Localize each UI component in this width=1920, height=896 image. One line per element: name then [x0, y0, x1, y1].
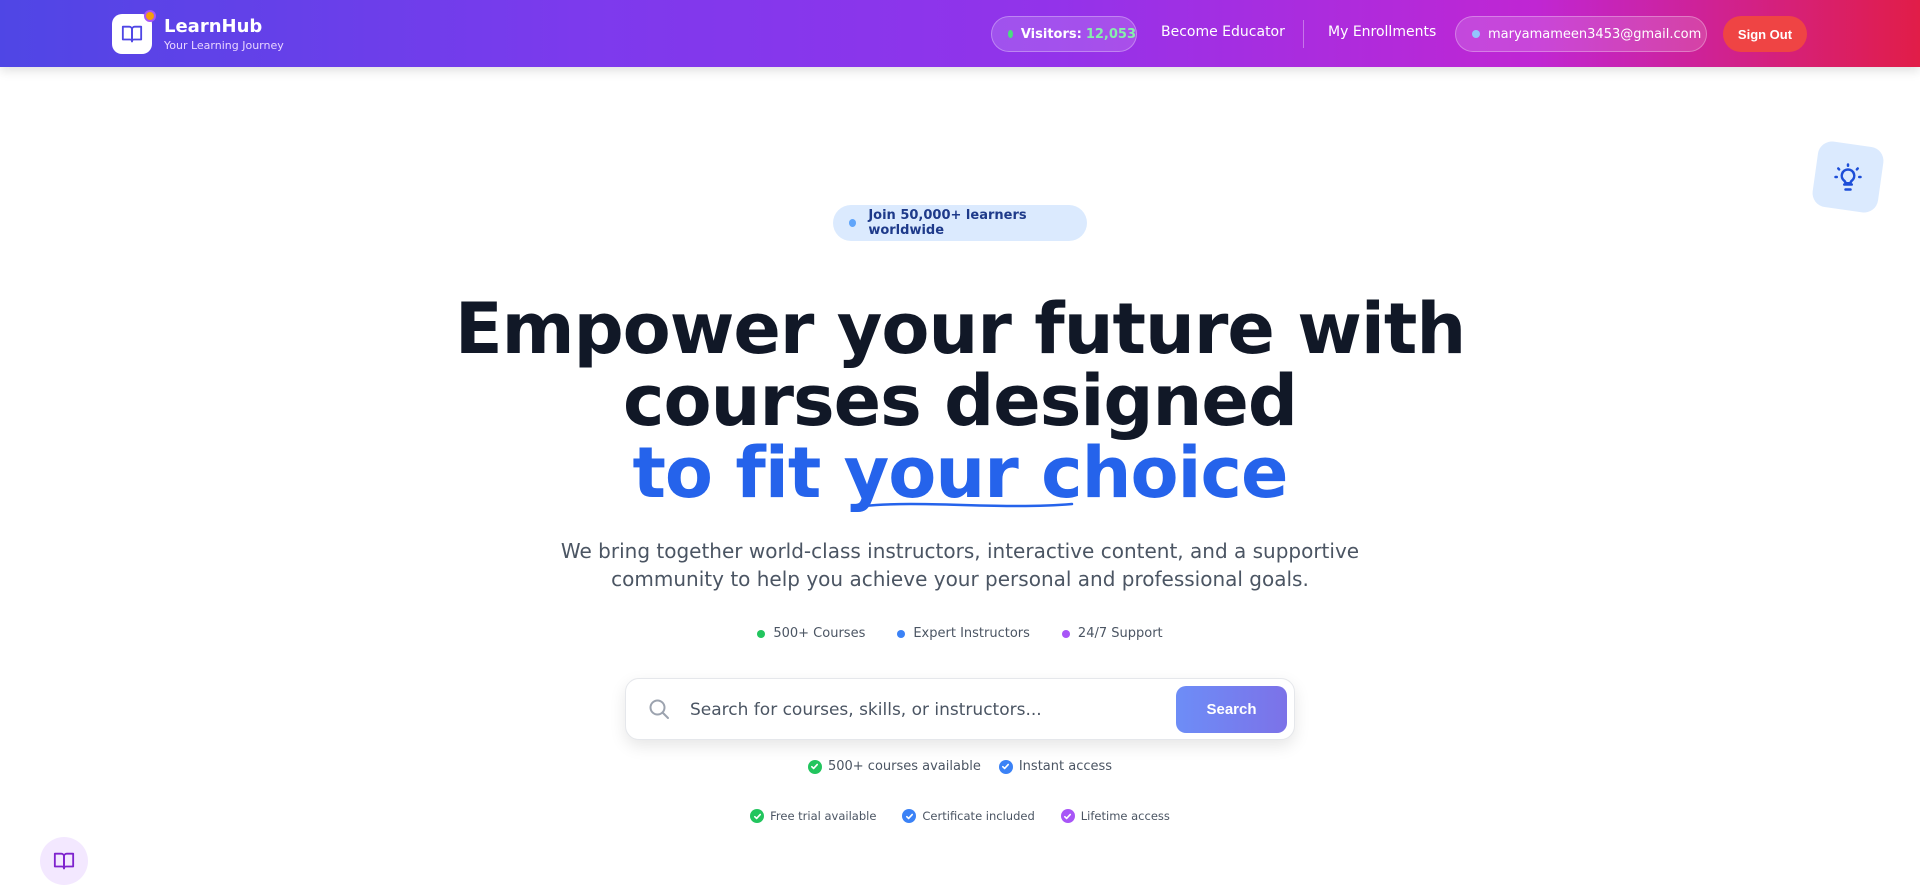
check-circle-icon	[807, 759, 822, 774]
floating-book-button[interactable]	[40, 837, 88, 885]
check-item: Certificate included	[902, 809, 1035, 823]
search-icon	[649, 699, 669, 719]
check-circle-icon	[1060, 809, 1075, 823]
book-open-icon	[121, 25, 143, 43]
badge-text: Join 50,000+ learners worldwide	[868, 208, 1027, 238]
visitors-count: 12,053	[1085, 26, 1136, 42]
visitors-counter: Visitors: 12,053	[991, 16, 1137, 52]
check-item: Free trial available	[750, 809, 876, 823]
check-item: Lifetime access	[1060, 809, 1170, 823]
feature-label: 24/7 Support	[1077, 626, 1163, 641]
feature-item: Expert Instructors	[897, 626, 1030, 641]
visitors-label: Visitors:	[1020, 26, 1082, 42]
feature-highlights: 500+ Courses Expert Instructors 24/7 Sup…	[0, 626, 1920, 641]
learners-badge: Join 50,000+ learners worldwide	[833, 205, 1087, 241]
feature-label: Expert Instructors	[913, 626, 1030, 641]
benefit-checks: Free trial available Certificate include…	[0, 809, 1920, 823]
check-label: Certificate included	[922, 809, 1035, 823]
sign-out-button[interactable]: Sign Out	[1723, 16, 1807, 52]
check-circle-icon	[902, 809, 917, 823]
my-enrollments-link[interactable]: My Enrollments	[1328, 24, 1436, 40]
logo-status-dot	[144, 10, 156, 22]
brand-tagline: Your Learning Journey	[164, 39, 284, 52]
hero-subtitle-line-2: community to help you achieve your perso…	[611, 567, 1309, 591]
course-search-bar: Search	[625, 678, 1295, 740]
become-educator-link[interactable]: Become Educator	[1161, 24, 1285, 40]
user-email: maryamameen3453@gmail.com	[1488, 26, 1702, 42]
book-open-icon	[53, 852, 75, 870]
title-underline-decoration	[862, 502, 1074, 508]
live-dot	[1008, 30, 1013, 38]
search-input[interactable]	[690, 695, 1170, 725]
check-label: 500+ courses available	[827, 759, 981, 774]
top-navbar: LearnHub Your Learning Journey Visitors:…	[0, 0, 1920, 67]
nav-divider	[1303, 20, 1304, 48]
lightbulb-icon	[1834, 163, 1862, 191]
feature-dot	[757, 629, 766, 638]
feature-label: 500+ Courses	[773, 626, 866, 641]
availability-checks: 500+ courses available Instant access	[0, 759, 1920, 774]
check-item: 500+ courses available	[807, 759, 981, 774]
feature-item: 500+ Courses	[757, 626, 865, 641]
check-label: Free trial available	[770, 809, 877, 823]
hero-title-line-1: Empower your future with	[454, 288, 1466, 370]
check-circle-icon	[750, 809, 765, 823]
feature-item: 24/7 Support	[1061, 626, 1163, 641]
check-label: Lifetime access	[1080, 809, 1170, 823]
hero-subtitle-line-1: We bring together world-class instructor…	[560, 539, 1360, 563]
lightbulb-widget[interactable]	[1810, 139, 1886, 215]
user-account-pill[interactable]: maryamameen3453@gmail.com	[1455, 16, 1707, 52]
user-status-dot	[1472, 30, 1480, 38]
feature-dot	[897, 629, 906, 638]
search-button[interactable]: Search	[1176, 686, 1287, 733]
check-label: Instant access	[1018, 759, 1113, 774]
hero-title-line-2: courses designed	[623, 360, 1298, 442]
brand-name[interactable]: LearnHub	[164, 16, 262, 37]
check-item: Instant access	[998, 759, 1113, 774]
badge-dot	[849, 219, 857, 227]
feature-dot	[1061, 629, 1070, 638]
check-circle-icon	[998, 759, 1013, 774]
